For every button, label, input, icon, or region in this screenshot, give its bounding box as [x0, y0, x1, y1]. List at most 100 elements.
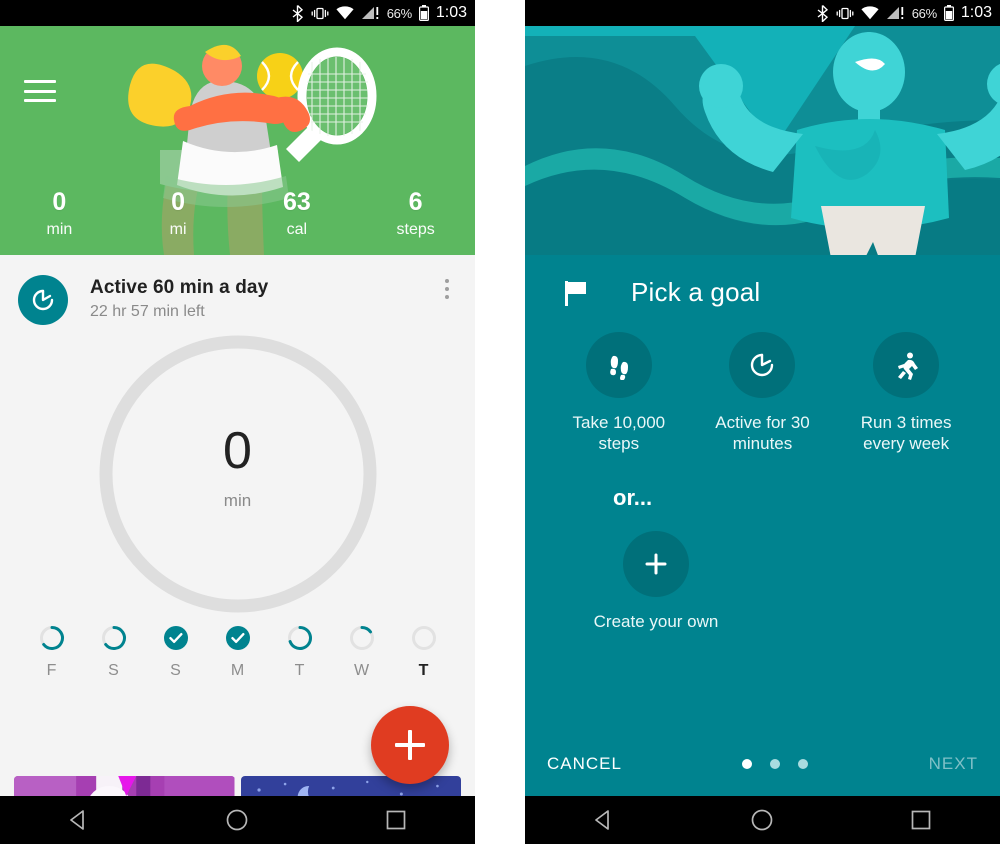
vibrate-icon [836, 7, 854, 19]
android-nav-bar-left [0, 796, 475, 844]
hero-illustration-flexing [525, 26, 1000, 255]
day-ring-empty-icon [411, 626, 436, 650]
hero-illustration-tennis: 0 min 0 mi 63 cal 6 steps [0, 26, 475, 255]
weekday-progress-row: F S S M T W T [0, 625, 475, 680]
day-indicator-t2-today[interactable]: T [403, 625, 445, 680]
stat-unit: min [46, 221, 73, 238]
day-label: T [294, 662, 305, 679]
day-label: F [46, 662, 57, 679]
page-dot-1[interactable] [742, 759, 753, 769]
goal-option-run[interactable]: Run 3 times every week [841, 332, 971, 455]
status-bar-clock: 1:03 [960, 4, 992, 21]
plus-icon-vertical [408, 730, 412, 760]
page-title: Active 60 min a day [90, 277, 269, 298]
day-ring-complete-icon [225, 626, 250, 650]
running-icon [873, 332, 940, 398]
goal-option-label: Run 3 times every week [860, 413, 952, 454]
cell-signal-alert-icon [886, 7, 903, 19]
timer-icon [729, 332, 796, 398]
stat-unit: cal [286, 221, 308, 238]
day-indicator-t1[interactable]: T [279, 625, 321, 680]
battery-icon [418, 5, 429, 21]
square-recents-icon[interactable] [908, 807, 934, 833]
battery-percent: 66% [386, 5, 412, 21]
goal-option-active[interactable]: Active for 30 minutes [697, 332, 827, 455]
add-activity-fab[interactable] [371, 706, 449, 784]
triangle-back-icon[interactable] [66, 807, 92, 833]
day-indicator-w[interactable]: W [341, 625, 383, 680]
create-your-own-label: Create your own [593, 611, 719, 631]
page-title: Pick a goal [631, 277, 761, 307]
wifi-icon [336, 6, 354, 20]
stat-value: 0 [52, 187, 67, 216]
progress-value: 0 [223, 422, 252, 480]
page-dot-3[interactable] [798, 759, 809, 769]
day-indicator-s1[interactable]: S [93, 625, 135, 680]
progress-unit: min [223, 491, 252, 510]
page-indicator-dots [622, 759, 929, 769]
more-vertical-icon[interactable] [435, 275, 459, 305]
battery-percent: 66% [911, 5, 937, 21]
cell-signal-alert-icon [361, 7, 378, 19]
status-bar-left: 66% 1:03 [0, 0, 475, 26]
screenshot-gutter [475, 0, 525, 844]
day-label: S [170, 662, 181, 679]
goal-options-row: Take 10,000 steps Active for 30 minutes … [525, 308, 1000, 455]
stat-min: 0 min [0, 187, 119, 239]
status-bar-icons: 66% [816, 4, 954, 22]
day-indicator-m[interactable]: M [217, 625, 259, 680]
goal-card: Active 60 min a day 22 hr 57 min left 0 … [0, 255, 475, 844]
bluetooth-icon [292, 4, 303, 22]
create-your-own-button[interactable]: Create your own [591, 530, 721, 632]
stat-unit: mi [169, 221, 187, 238]
goal-option-label: Take 10,000 steps [572, 413, 666, 454]
right-phone-screen: 66% 1:03 Pick a goal Take 10,000 steps A… [525, 0, 1000, 844]
day-label: T [418, 662, 429, 679]
battery-icon [943, 5, 954, 21]
day-label: M [230, 662, 245, 679]
footprints-icon [585, 332, 652, 398]
day-indicator-s2[interactable]: S [155, 625, 197, 680]
stat-steps: 6 steps [356, 187, 475, 239]
pick-goal-panel: Pick a goal Take 10,000 steps Active for… [525, 255, 1000, 842]
progress-ring-center: 0 min [0, 425, 475, 511]
stat-value: 63 [282, 187, 311, 216]
status-bar-clock: 1:03 [435, 4, 467, 21]
goal-card-text: Active 60 min a day 22 hr 57 min left [90, 275, 435, 321]
stat-value: 0 [171, 187, 186, 216]
plus-icon [623, 530, 689, 597]
status-bar-icons: 66% [291, 4, 429, 22]
pick-goal-header: Pick a goal [525, 277, 1000, 308]
or-label: or... [613, 484, 653, 510]
goal-option-steps[interactable]: Take 10,000 steps [554, 332, 684, 455]
circle-home-icon[interactable] [224, 807, 250, 833]
goal-option-label: Active for 30 minutes [715, 413, 810, 454]
triangle-back-icon[interactable] [591, 807, 617, 833]
page-dot-2[interactable] [770, 759, 781, 769]
stat-value: 6 [408, 187, 423, 216]
flexing-figure-graphic [525, 26, 1000, 255]
stat-cal: 63 cal [238, 187, 357, 239]
day-label: W [353, 662, 370, 679]
day-ring-partial-icon [349, 626, 374, 650]
goal-time-left: 22 hr 57 min left [90, 303, 205, 320]
wizard-footer: CANCEL NEXT [525, 734, 1000, 794]
bluetooth-icon [817, 4, 828, 22]
circle-home-icon[interactable] [749, 807, 775, 833]
wifi-icon [861, 6, 879, 20]
stat-unit: steps [396, 221, 435, 238]
day-ring-partial-icon [101, 626, 126, 650]
square-recents-icon[interactable] [383, 807, 409, 833]
left-phone-screen: 66% 1:03 0 min 0 mi 63 cal 6 steps Activ… [0, 0, 475, 844]
timer-icon [18, 275, 68, 325]
next-button[interactable]: NEXT [929, 754, 978, 774]
hamburger-menu-icon[interactable] [24, 80, 56, 102]
day-ring-partial-icon [287, 626, 312, 650]
day-indicator-f[interactable]: F [31, 625, 73, 680]
goal-card-header: Active 60 min a day 22 hr 57 min left [0, 255, 475, 325]
progress-ring: 0 min [0, 325, 475, 621]
status-bar-right: 66% 1:03 [525, 0, 1000, 26]
day-ring-partial-icon [39, 626, 64, 650]
cancel-button[interactable]: CANCEL [547, 754, 622, 774]
day-label: S [108, 662, 119, 679]
